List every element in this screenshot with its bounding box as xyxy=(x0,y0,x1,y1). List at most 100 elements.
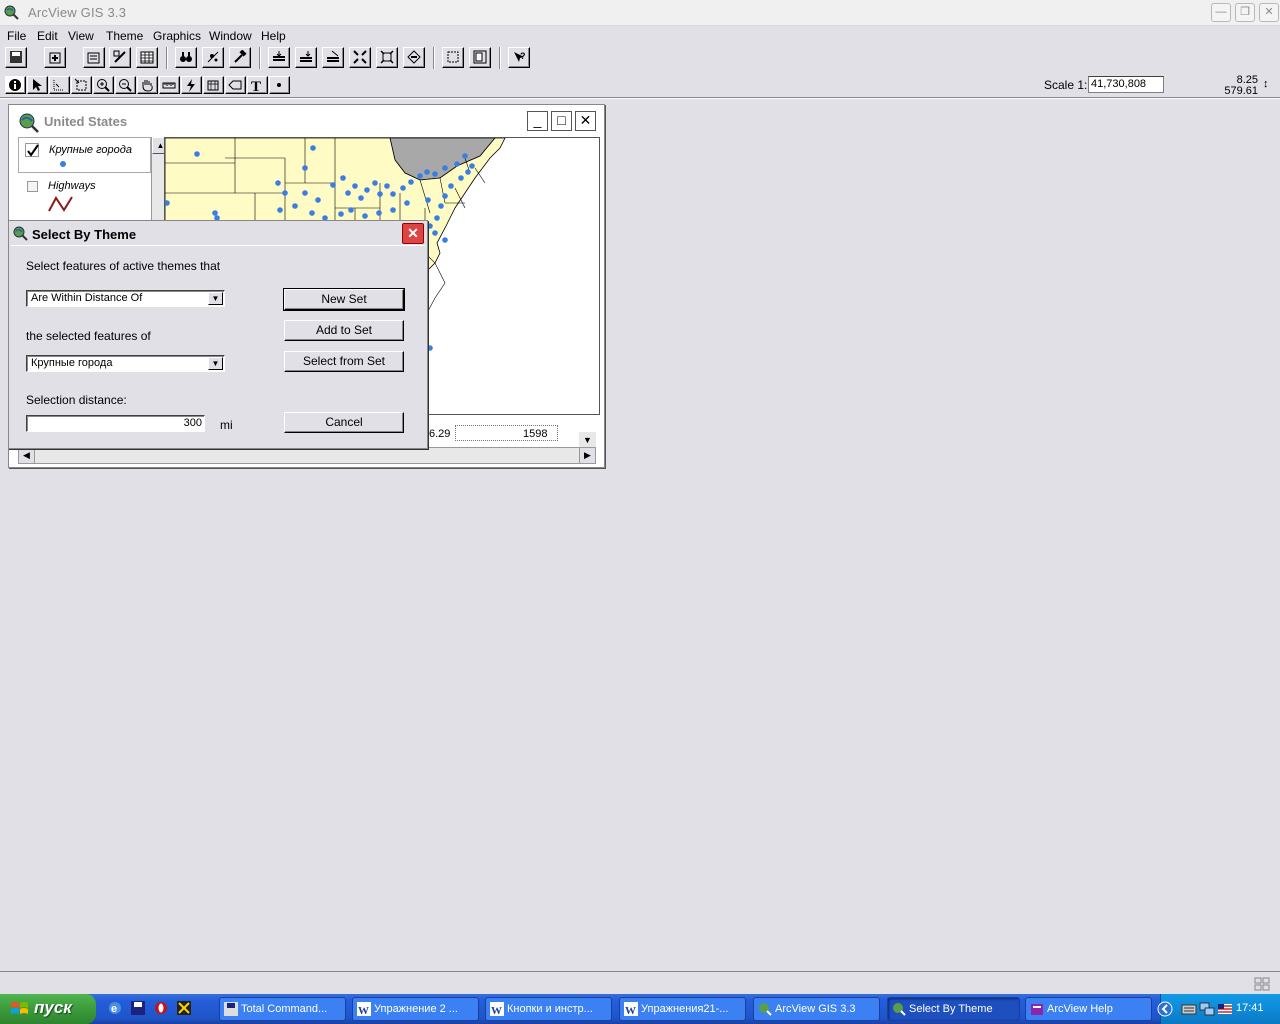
zoom-to-themes-button[interactable] xyxy=(376,47,398,68)
floppy-icon[interactable] xyxy=(130,1000,146,1016)
zoom-in-tool[interactable] xyxy=(93,76,114,94)
dialog-close-button[interactable]: ✕ xyxy=(402,223,424,244)
start-button[interactable]: пуск xyxy=(0,994,96,1024)
zoom-out-fixed-icon xyxy=(473,50,487,64)
pointer-tool[interactable] xyxy=(27,76,48,94)
task-word-exercise-2[interactable]: W Упражнение 2 ... xyxy=(352,997,479,1021)
menu-file[interactable]: File xyxy=(7,29,26,43)
locate-address-button[interactable] xyxy=(202,47,224,68)
zoom-previous-icon xyxy=(407,50,421,64)
pan-tool[interactable] xyxy=(137,76,158,94)
checkmark-icon xyxy=(27,144,39,157)
zoom-in-fixed-button[interactable] xyxy=(442,47,464,68)
view-minimize-button[interactable]: _ xyxy=(527,111,548,131)
horizontal-scrollbar[interactable]: ◀ ▶ xyxy=(18,447,596,464)
identify-tool[interactable] xyxy=(5,76,26,94)
task-word-exercises-21[interactable]: W Упражнения21-... xyxy=(619,997,746,1021)
menu-view[interactable]: View xyxy=(68,29,94,43)
language-flag-icon[interactable] xyxy=(1217,1001,1233,1017)
blue-dot-symbol xyxy=(60,161,66,167)
chevron-down-icon[interactable]: ▼ xyxy=(208,357,223,370)
vertex-edit-tool[interactable] xyxy=(49,76,70,94)
word-icon: W xyxy=(624,1002,638,1016)
add-to-set-button[interactable]: Add to Set xyxy=(284,320,404,341)
zoom-to-full-extent-button[interactable] xyxy=(349,47,371,68)
task-select-by-theme[interactable]: Select By Theme xyxy=(887,997,1020,1021)
button-bar: ? xyxy=(0,47,560,69)
task-arcview-help[interactable]: ArcView Help xyxy=(1025,997,1152,1021)
eraser-icon xyxy=(327,50,339,62)
zoom-out-fixed-button[interactable] xyxy=(469,47,491,68)
help-book-icon xyxy=(1031,1004,1043,1015)
start-label: пуск xyxy=(34,998,72,1017)
cities-visibility-checkbox[interactable] xyxy=(25,143,39,157)
menu-graphics[interactable]: Graphics xyxy=(153,29,201,43)
opera-icon[interactable] xyxy=(153,1000,169,1016)
toolbar-separator xyxy=(259,47,261,69)
query-builder-button[interactable] xyxy=(229,47,251,68)
menu-help[interactable]: Help xyxy=(261,29,286,43)
area-of-interest-tool[interactable] xyxy=(203,76,224,94)
app-shortcut-icon[interactable] xyxy=(176,1000,192,1016)
restore-button[interactable]: ❐ xyxy=(1235,3,1255,22)
task-label: Упражнение 2 ... xyxy=(374,1003,458,1015)
task-label: Select By Theme xyxy=(909,1003,993,1015)
help-button[interactable]: ? xyxy=(508,47,530,68)
minimize-button[interactable]: — xyxy=(1211,3,1231,22)
task-arcview-gis[interactable]: ArcView GIS 3.3 xyxy=(753,997,880,1021)
legend-entry-cities[interactable]: Крупные города xyxy=(18,137,151,173)
label-tool[interactable] xyxy=(225,76,246,94)
scroll-left-arrow-icon[interactable]: ◀ xyxy=(19,448,35,463)
theme-dropdown[interactable]: Крупные города ▼ xyxy=(26,355,225,372)
edit-legend-button[interactable] xyxy=(109,47,131,68)
save-project-button[interactable] xyxy=(5,47,27,68)
view-title-bar[interactable]: United States _ □ ✕ xyxy=(9,105,604,136)
task-label: ArcView GIS 3.3 xyxy=(775,1003,856,1015)
resize-grip-icon[interactable] xyxy=(1254,977,1270,991)
toolbar-separator xyxy=(499,47,501,69)
task-total-commander[interactable]: Total Command... xyxy=(219,997,346,1021)
scroll-down-arrow-icon[interactable]: ▼ xyxy=(579,432,596,448)
zoom-out-tool[interactable] xyxy=(115,76,136,94)
draw-point-tool[interactable] xyxy=(269,76,290,94)
zoom-in-fixed-icon xyxy=(447,51,459,63)
clear-selection-button[interactable] xyxy=(322,47,344,68)
menu-theme[interactable]: Theme xyxy=(106,29,143,43)
menu-window[interactable]: Window xyxy=(209,29,252,43)
text-tool[interactable]: T xyxy=(247,76,268,94)
select-by-theme-button[interactable] xyxy=(268,47,290,68)
menu-edit[interactable]: Edit xyxy=(37,29,58,43)
keyboard-icon[interactable] xyxy=(1181,1001,1197,1017)
scroll-right-arrow-icon[interactable]: ▶ xyxy=(579,448,595,463)
chevron-down-icon[interactable]: ▼ xyxy=(208,292,223,305)
view-close-button[interactable]: ✕ xyxy=(575,111,596,131)
zoom-to-selected-button[interactable] xyxy=(295,47,317,68)
network-icon[interactable] xyxy=(1199,1001,1215,1017)
select-by-theme-dialog: Select By Theme ✕ Select features of act… xyxy=(8,220,428,449)
view-maximize-button[interactable]: □ xyxy=(551,111,572,131)
zoom-previous-button[interactable] xyxy=(403,47,425,68)
menu-bar: File Edit View Theme Graphics Window Hel… xyxy=(0,27,1280,46)
hotlink-tool[interactable] xyxy=(181,76,202,94)
task-word-buttons[interactable]: W Кнопки и инстр... xyxy=(485,997,612,1021)
find-button[interactable] xyxy=(175,47,197,68)
selection-distance-input[interactable]: 300 xyxy=(26,415,205,432)
cancel-button[interactable]: Cancel xyxy=(284,412,404,433)
dialog-title-bar[interactable]: Select By Theme ✕ xyxy=(9,221,427,246)
task-label: Кнопки и инстр... xyxy=(507,1003,593,1015)
open-table-button[interactable] xyxy=(136,47,158,68)
select-feature-tool[interactable] xyxy=(71,76,92,94)
select-from-set-button[interactable]: Select from Set xyxy=(284,351,404,372)
measure-tool[interactable] xyxy=(159,76,180,94)
ie-browser-icon[interactable]: e xyxy=(107,1000,123,1016)
scale-input[interactable]: 41,730,808 xyxy=(1088,76,1164,93)
theme-properties-button[interactable] xyxy=(83,47,105,68)
close-button[interactable]: ✕ xyxy=(1259,3,1279,22)
arcview-globe-icon xyxy=(4,5,19,20)
new-set-button[interactable]: New Set xyxy=(283,288,405,311)
relation-dropdown[interactable]: Are Within Distance Of ▼ xyxy=(26,290,225,307)
highways-visibility-checkbox[interactable] xyxy=(27,181,38,192)
legend-entry-highways[interactable]: Highways xyxy=(18,175,151,215)
tray-expand-icon[interactable] xyxy=(1157,1001,1173,1017)
add-theme-button[interactable] xyxy=(44,47,66,68)
